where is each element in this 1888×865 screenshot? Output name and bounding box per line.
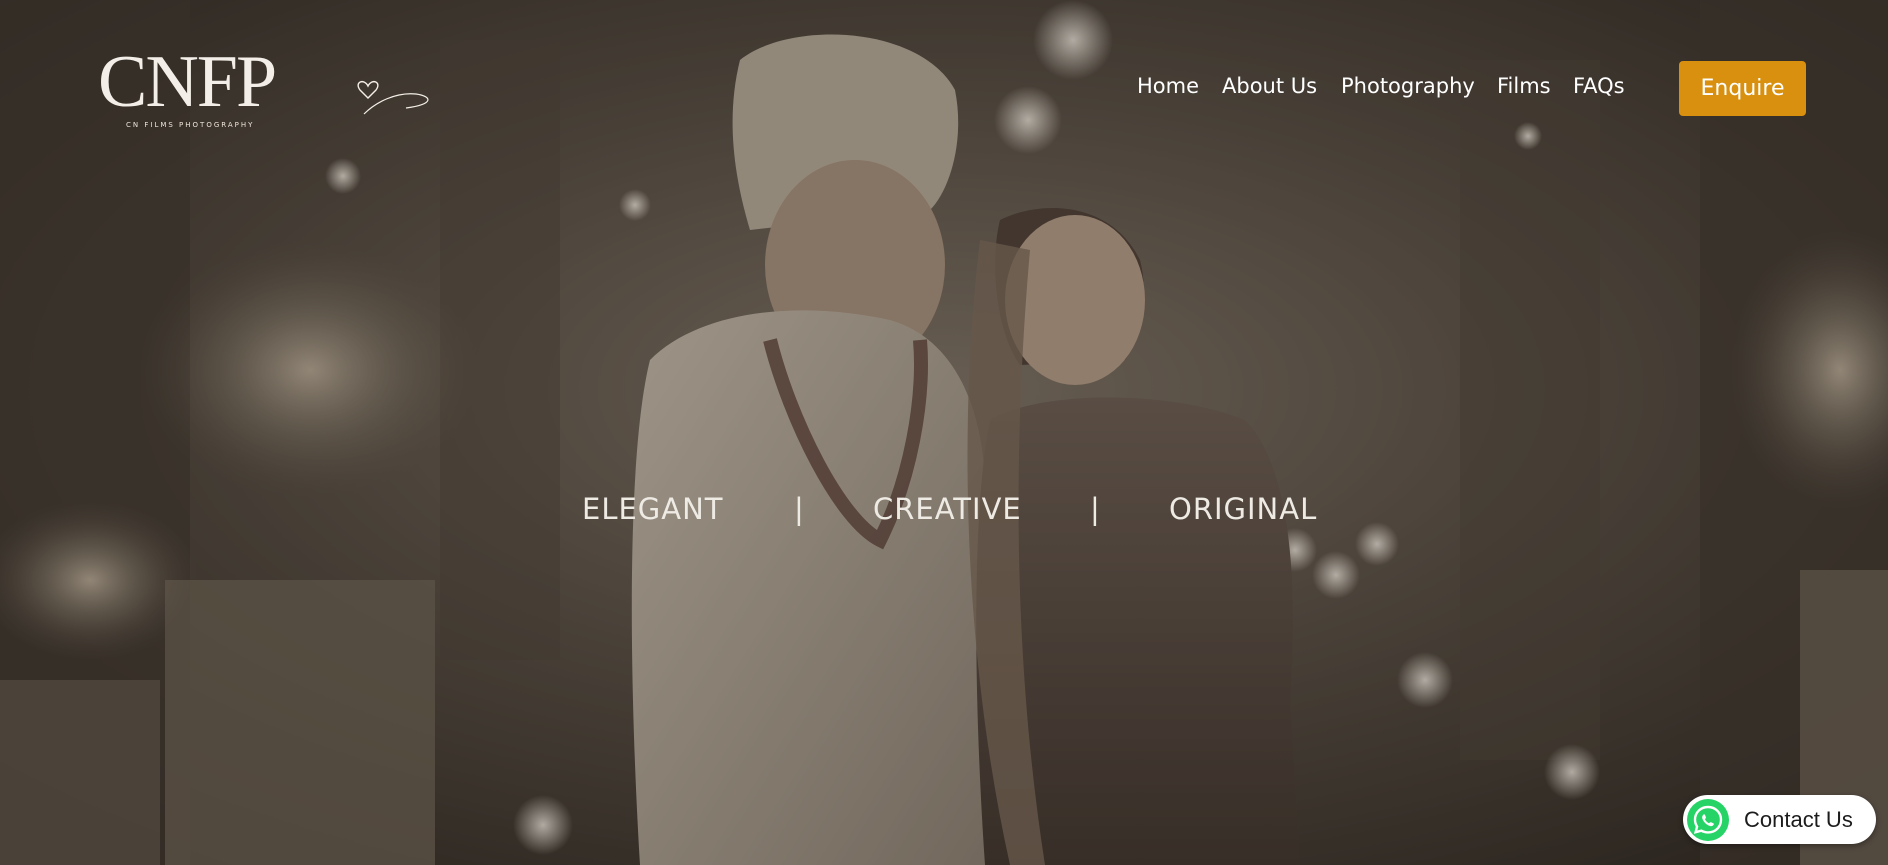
- hero-section: CNFP CN FILMS PHOTOGRAPHY Home About Us …: [0, 0, 1888, 865]
- nav-item-home[interactable]: Home: [1137, 74, 1199, 98]
- contact-us-label: Contact Us: [1744, 806, 1853, 832]
- nav-item-about-us[interactable]: About Us: [1222, 74, 1317, 98]
- whatsapp-contact-button[interactable]: Contact Us: [1683, 795, 1876, 844]
- logo-mark: CNFP: [98, 41, 277, 123]
- brand-logo[interactable]: CNFP CN FILMS PHOTOGRAPHY: [96, 41, 429, 132]
- tagline-word-original: ORIGINAL: [1169, 492, 1318, 526]
- tagline-word-elegant: ELEGANT: [582, 492, 724, 526]
- nav-item-films[interactable]: Films: [1497, 74, 1551, 98]
- enquire-button[interactable]: Enquire: [1679, 61, 1806, 116]
- hero-tagline: ELEGANT | CREATIVE | ORIGINAL: [0, 492, 1888, 536]
- tagline-separator: |: [794, 492, 805, 526]
- nav-item-photography[interactable]: Photography: [1341, 74, 1475, 98]
- logo-tagline: CN FILMS PHOTOGRAPHY: [126, 121, 255, 129]
- nav-item-faqs[interactable]: FAQs: [1573, 74, 1625, 98]
- tagline-word-creative: CREATIVE: [873, 492, 1022, 526]
- heart-flourish-icon: [357, 80, 429, 115]
- tagline-separator: |: [1090, 492, 1101, 526]
- whatsapp-icon: [1686, 798, 1730, 842]
